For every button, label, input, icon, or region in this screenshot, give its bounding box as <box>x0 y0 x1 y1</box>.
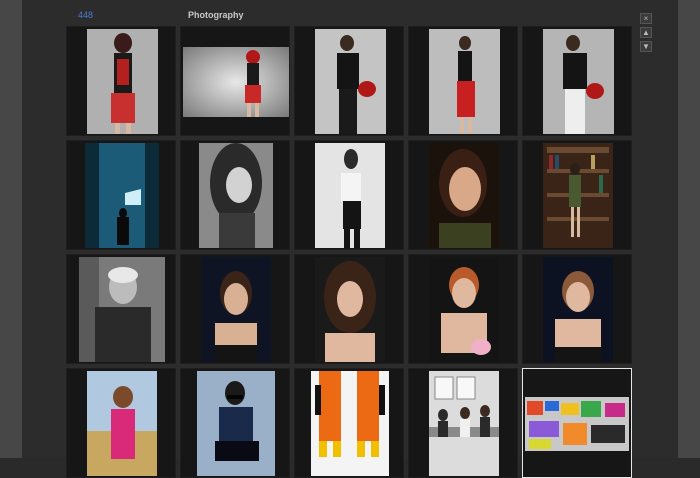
close-icon[interactable]: × <box>640 13 652 24</box>
thumbnail-20-selected[interactable] <box>522 368 632 478</box>
gallery-title: Photography <box>188 10 244 20</box>
photo-woman-red-helmet-landscape <box>183 47 289 117</box>
photo-woman-pink-field <box>87 371 157 476</box>
thumbnail-10[interactable] <box>522 140 632 250</box>
photo-woman-bw-portrait <box>199 143 273 248</box>
thumbnail-4[interactable] <box>408 26 518 136</box>
thumbnail-9[interactable] <box>408 140 518 250</box>
photo-woman-white-pants-helmet <box>543 29 614 134</box>
photo-woman-portrait-1 <box>201 257 271 362</box>
photo-woman-black-outfit-helmet <box>315 29 386 134</box>
thumbnail-13[interactable] <box>294 254 404 364</box>
thumbnail-16[interactable] <box>66 368 176 478</box>
left-gutter <box>0 0 22 458</box>
thumbnail-19[interactable] <box>408 368 518 478</box>
scroll-down-icon[interactable]: ▼ <box>640 41 652 52</box>
photo-woman-redhead <box>429 257 499 362</box>
photo-woman-red-dress <box>429 29 500 134</box>
right-gutter <box>678 0 700 458</box>
photo-colorful-collage <box>525 397 629 451</box>
photo-woman-suspenders <box>315 143 385 248</box>
photo-woman-closeup <box>429 143 499 248</box>
thumbnail-8[interactable] <box>294 140 404 250</box>
thumbnail-15[interactable] <box>522 254 632 364</box>
photo-woman-portrait-3 <box>543 257 613 362</box>
photo-man-bw-portrait <box>79 257 165 362</box>
photo-woman-red-helmet <box>87 29 158 134</box>
photo-woman-bookshelf <box>543 143 613 248</box>
thumbnail-17[interactable] <box>180 368 290 478</box>
thumbnail-11[interactable] <box>66 254 176 364</box>
thumbnail-14[interactable] <box>408 254 518 364</box>
thumbnail-3[interactable] <box>294 26 404 136</box>
scroll-up-icon[interactable]: ▲ <box>640 27 652 38</box>
thumbnail-1[interactable] <box>66 26 176 136</box>
photo-orange-overalls <box>311 371 389 476</box>
thumbnail-2[interactable] <box>180 26 290 136</box>
photo-man-sunglasses <box>197 371 275 476</box>
photo-count: 448 <box>78 10 94 20</box>
photo-office-scene <box>429 371 499 476</box>
thumbnail-7[interactable] <box>180 140 290 250</box>
photo-woman-portrait-2 <box>315 257 385 362</box>
thumbnail-6[interactable] <box>66 140 176 250</box>
thumbnail-5[interactable] <box>522 26 632 136</box>
thumbnail-12[interactable] <box>180 254 290 364</box>
thumbnail-18[interactable] <box>294 368 404 478</box>
photo-man-blue-light <box>85 143 159 248</box>
